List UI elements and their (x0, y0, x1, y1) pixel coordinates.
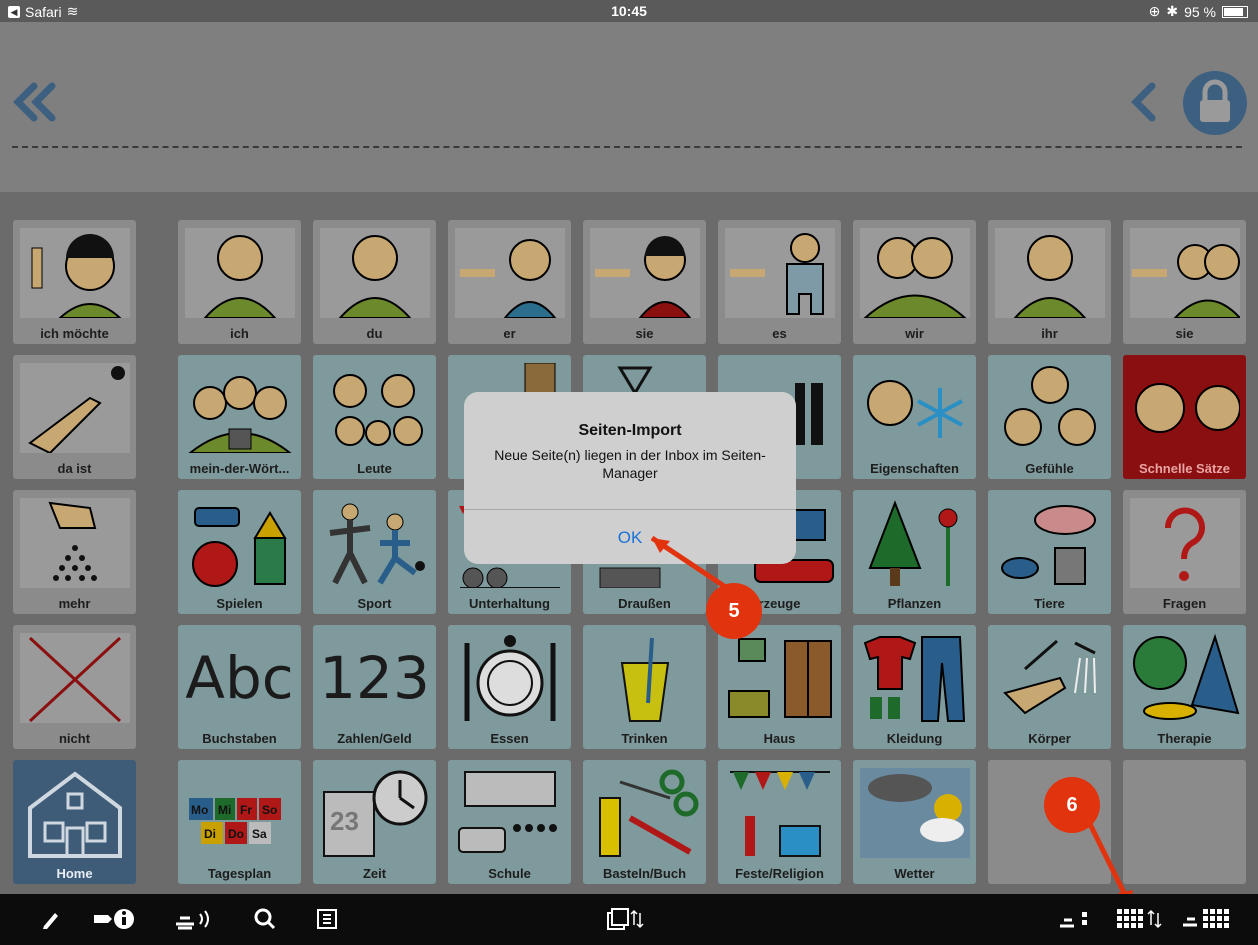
info-hand-button[interactable] (90, 904, 138, 934)
callout-step-6: 6 (1044, 777, 1100, 833)
edit-pencil-button[interactable] (36, 904, 66, 934)
grid-small-icon (1060, 912, 1087, 928)
search-button[interactable] (250, 904, 280, 934)
speaker-icon (176, 910, 209, 930)
grid-large-icon (1183, 909, 1229, 928)
search-icon (254, 908, 276, 930)
grid-rearrange-button[interactable] (1114, 904, 1166, 934)
page-transfer-button[interactable] (604, 904, 648, 934)
grid-swap-icon (1117, 909, 1162, 929)
callout-step-5: 5 (706, 583, 762, 639)
grid-size-small-button[interactable] (1056, 904, 1096, 934)
hand-info-icon (94, 909, 134, 929)
bottom-toolbar (0, 894, 1258, 945)
grid-size-large-button[interactable] (1180, 904, 1232, 934)
page-swap-icon (607, 908, 644, 930)
pencil-icon (43, 913, 58, 929)
list-icon (317, 909, 337, 929)
page-list-button[interactable] (312, 904, 342, 934)
speak-button[interactable] (172, 904, 216, 934)
